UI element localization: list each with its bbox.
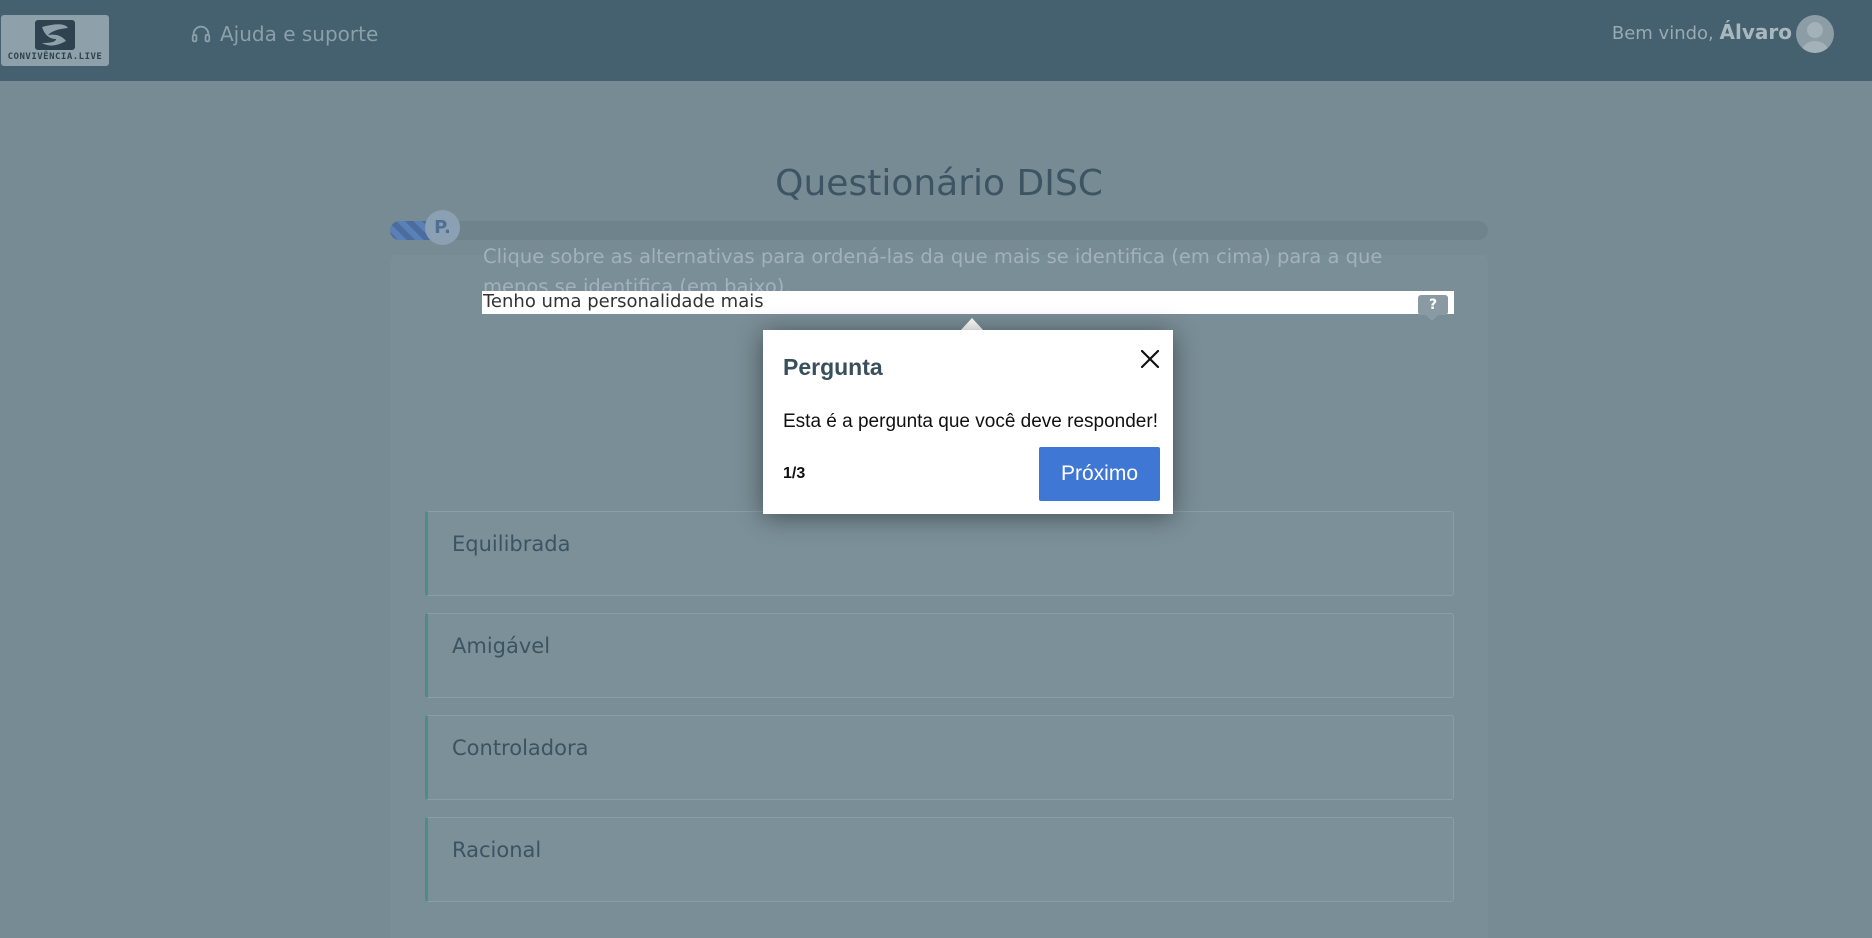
popover-step-counter: 1/3 (783, 465, 806, 482)
top-navbar: CONVIVÊNCIA.LIVE Ajuda e suporte Bem vin… (0, 0, 1872, 81)
welcome-message: Bem vindo, Álvaro (1612, 20, 1792, 44)
popover-body: Esta é a pergunta que você deve responde… (783, 411, 1158, 432)
answer-option-label: Amigável (452, 634, 551, 658)
welcome-prefix: Bem vindo, (1611, 23, 1714, 44)
answer-option-label: Equilibrada (452, 532, 571, 556)
question-text-highlight: Tenho uma personalidade mais ? (482, 291, 1454, 321)
help-support-link[interactable]: Ajuda e suporte (190, 22, 378, 46)
progress-bar (390, 221, 1488, 240)
page-title: Questionário DISC (775, 163, 1103, 204)
logo-text: CONVIVÊNCIA.LIVE (7, 52, 103, 62)
logo-mark-icon (35, 20, 75, 50)
answer-option-label: Controladora (452, 736, 589, 760)
popover-title: Pergunta (783, 354, 883, 380)
user-avatar[interactable] (1796, 15, 1834, 53)
next-button[interactable]: Próximo (1039, 447, 1160, 501)
question-help-button[interactable]: ? (1418, 295, 1448, 315)
tour-popover: Pergunta Esta é a pergunta que você deve… (763, 330, 1173, 514)
user-name: Álvaro (1719, 20, 1792, 44)
answer-option[interactable]: Amigável (425, 613, 1454, 698)
brand-logo[interactable]: CONVIVÊNCIA.LIVE (1, 15, 109, 66)
user-avatar-icon (1802, 22, 1828, 53)
help-support-label: Ajuda e suporte (220, 22, 379, 46)
question-text: Tenho uma personalidade mais (483, 291, 764, 312)
headset-icon (191, 25, 211, 43)
answer-option[interactable]: Equilibrada (425, 511, 1454, 596)
answer-option-label: Racional (452, 838, 542, 862)
close-icon[interactable] (1137, 346, 1163, 372)
answer-option[interactable]: Controladora (425, 715, 1454, 800)
question-help-tail (1426, 315, 1438, 321)
question-badge: P. (425, 210, 460, 245)
answer-option[interactable]: Racional (425, 817, 1454, 902)
